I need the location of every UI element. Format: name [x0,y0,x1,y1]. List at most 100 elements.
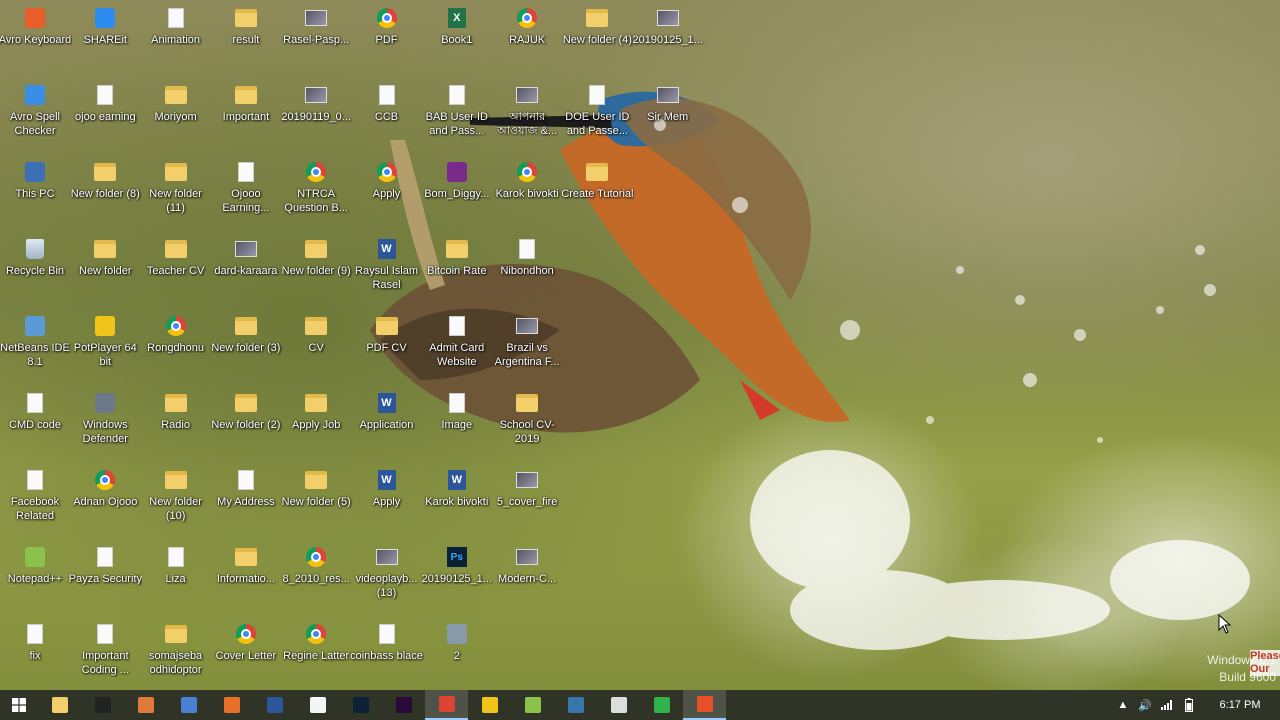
desktop-icon[interactable]: SHAREit [70,0,140,74]
desktop-icon[interactable]: Rasel-Pasp... [281,0,351,74]
desktop-icon[interactable]: Important Coding ... [70,616,140,690]
network-icon[interactable] [1156,690,1178,720]
taskbar-button[interactable] [210,690,253,720]
desktop-icon[interactable]: Notepad++ [0,539,70,613]
desktop-icon[interactable]: Sir Mem [633,77,703,151]
desktop-icon[interactable]: New folder (11) [141,154,211,228]
desktop-icon[interactable]: Admit Card Website [422,308,492,382]
desktop-icon[interactable]: Apply Job [281,385,351,459]
desktop-icon[interactable]: Animation [141,0,211,74]
desktop-icon[interactable]: CV [281,308,351,382]
desktop-icon[interactable]: Avro Keyboard [0,0,71,74]
desktop-icon[interactable]: Ojooo Earning... [211,154,281,228]
desktop-icon[interactable]: আপনার আওয়াজ &... [492,77,562,151]
desktop-icon[interactable]: This PC [0,154,70,228]
desktop-icon[interactable]: New folder (8) [70,154,140,228]
desktop-icon[interactable]: Radio [141,385,211,459]
desktop-icon[interactable]: somajseba odhidoptor [141,616,211,690]
start-button[interactable] [0,690,38,720]
desktop-icon[interactable]: Teacher CV [141,231,211,305]
desktop-icon[interactable]: PDF [352,0,422,74]
desktop-icon[interactable]: Rongdhonu [141,308,211,382]
desktop-icon[interactable]: Windows Defender [70,385,140,459]
desktop-icon[interactable]: Moriyom [141,77,211,151]
desktop-icon[interactable]: Adnan Ojooo [70,462,140,536]
desktop-icon[interactable]: Karok bivokti [492,154,562,228]
desktop-icon[interactable]: fix [0,616,70,690]
desktop-icon[interactable]: NTRCA Question B... [281,154,351,228]
taskbar-button[interactable] [81,690,124,720]
desktop-icon[interactable]: New folder [70,231,140,305]
desktop-icon[interactable]: 8_2010_res... [281,539,351,613]
desktop-icon[interactable]: Facebook Related [0,462,70,536]
desktop-icon[interactable]: School CV-2019 [492,385,562,459]
desktop-icon[interactable]: Apply [352,154,422,228]
desktop-icon[interactable]: New folder (5) [281,462,351,536]
taskbar-button[interactable] [597,690,640,720]
desktop-icon[interactable]: 5_cover_fire [492,462,562,536]
desktop-icon[interactable]: Ps 20190125_1... [422,539,492,613]
taskbar-button[interactable] [382,690,425,720]
taskbar-button[interactable] [296,690,339,720]
taskbar-button[interactable] [38,690,81,720]
taskbar-clock[interactable]: 6:17 PM [1200,699,1280,711]
desktop-icon[interactable]: 20190119_0... [281,77,351,151]
desktop-icon[interactable]: X Book1 [422,0,492,74]
desktop-icon[interactable]: result [211,0,281,74]
desktop-icon[interactable]: W Application [352,385,422,459]
desktop-icon[interactable]: 20190125_1... [633,0,703,74]
desktop-icon[interactable]: RAJUK [492,0,562,74]
desktop-icon[interactable]: CMD code [0,385,70,459]
desktop-icon[interactable]: Bitcoin Rate [422,231,492,305]
taskbar-button[interactable] [554,690,597,720]
desktop-icon[interactable]: ojoo earning [70,77,140,151]
taskbar-button[interactable] [425,690,468,720]
chevron-up-icon[interactable]: ▲ [1112,690,1134,720]
desktop-icon[interactable]: Avro Spell Checker [0,77,70,151]
desktop-icon[interactable]: W Karok bivokti [422,462,492,536]
desktop-icon-label: Rasel-Pasp... [283,34,350,46]
desktop-icon[interactable]: Create Tutorial [561,154,633,228]
desktop-icon[interactable]: W Raysul Islam Rasel [352,231,422,305]
battery-icon[interactable] [1178,690,1200,720]
taskbar-button[interactable] [468,690,511,720]
taskbar-button[interactable] [253,690,296,720]
desktop-icon[interactable]: dard-karaara [211,231,281,305]
taskbar-button[interactable] [683,690,726,720]
desktop-icon[interactable]: New folder (3) [211,308,281,382]
desktop-icon[interactable]: CCB [352,77,422,151]
desktop-icon[interactable]: videoplayb... (13) [352,539,422,613]
volume-icon[interactable]: 🔊 [1134,690,1156,720]
desktop-icon[interactable]: NetBeans IDE 8.1 [0,308,70,382]
taskbar-button[interactable] [339,690,382,720]
desktop-icon[interactable]: PDF CV [352,308,422,382]
desktop-icon[interactable]: coinbass blace [350,616,423,690]
desktop-icon[interactable]: Payza Security [69,539,142,613]
desktop-icon[interactable]: Important [211,77,281,151]
taskbar-button[interactable] [511,690,554,720]
desktop-icon[interactable]: BAB User ID and Pass... [422,77,492,151]
desktop-icon[interactable]: DOE User ID and Passe... [562,77,632,151]
desktop-icon[interactable]: Cover Letter [211,616,281,690]
desktop-icon[interactable]: Informatio... [211,539,281,613]
desktop-icon[interactable]: New folder (10) [141,462,211,536]
desktop-icon[interactable]: Liza [141,539,211,613]
taskbar-button[interactable] [167,690,210,720]
desktop-icon[interactable]: Nibondhon [492,231,562,305]
desktop-icon[interactable]: Modern-C... [492,539,562,613]
desktop-icon[interactable]: New folder (4) [562,0,632,74]
desktop-icon[interactable]: Image [422,385,492,459]
desktop-icon[interactable]: New folder (9) [281,231,351,305]
desktop-icon[interactable]: Bom_Diggy... [422,154,492,228]
desktop-icon[interactable]: Regine Latter [281,616,351,690]
desktop-icon-label: Apply [372,496,401,508]
desktop-icon[interactable]: New folder (2) [211,385,281,459]
desktop-icon[interactable]: Recycle Bin [0,231,70,305]
desktop-icon[interactable]: 2 [422,616,492,690]
desktop-icon[interactable]: W Apply [352,462,422,536]
taskbar-button[interactable] [124,690,167,720]
desktop-icon[interactable]: Brazil vs Argentina F... [492,308,562,382]
taskbar-button[interactable] [640,690,683,720]
desktop-icon[interactable]: My Address [211,462,281,536]
desktop-icon[interactable]: PotPlayer 64 bit [70,308,140,382]
